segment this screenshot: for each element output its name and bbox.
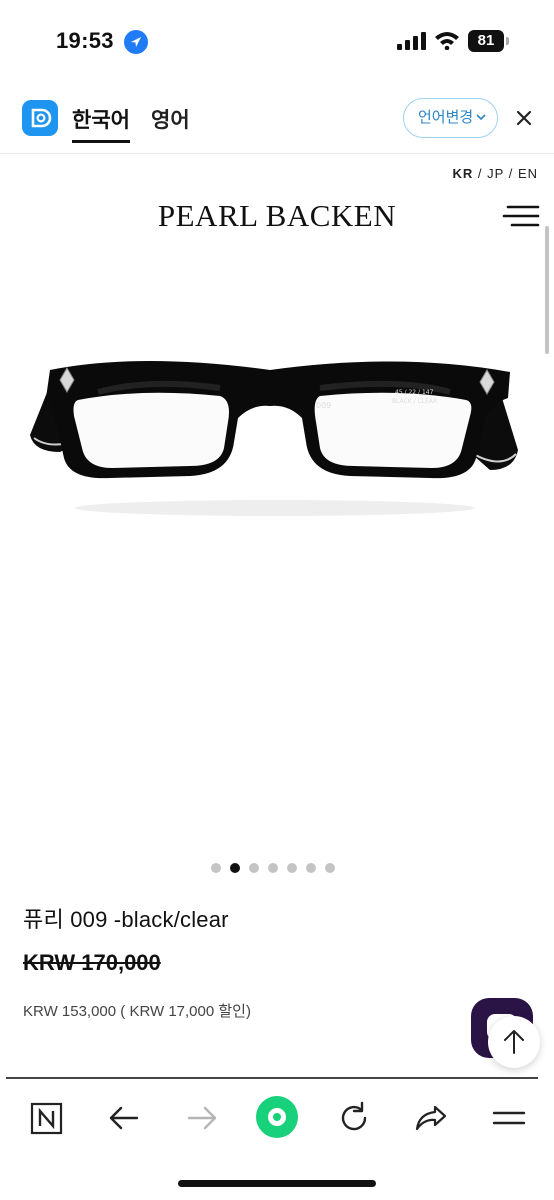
carousel-dot[interactable] <box>211 863 221 873</box>
language-change-label: 언어변경 <box>418 109 474 126</box>
back-arrow-icon[interactable] <box>104 1098 144 1138</box>
carousel-dot[interactable] <box>230 863 240 873</box>
original-price: KRW 170,000 <box>23 950 161 975</box>
n-icon[interactable] <box>27 1098 67 1138</box>
arrow-up-icon <box>504 1030 524 1054</box>
scrollbar[interactable] <box>545 226 549 354</box>
brand-logo[interactable]: PEARL BACKEN <box>0 198 554 234</box>
page-bottom-divider <box>6 1077 538 1079</box>
status-bar: 19:53 81 <box>0 0 554 84</box>
site-language-switch: KR / JP / EN <box>452 166 538 181</box>
translator-bar: 한국어 영어 언어변경 <box>0 90 554 154</box>
active-tab-underline <box>72 140 130 143</box>
tab-korean[interactable]: 한국어 <box>72 104 130 134</box>
home-indicator <box>178 1180 376 1187</box>
frame-size-print: 45 / 22 / 147 <box>395 389 434 396</box>
location-arrow-icon <box>124 30 148 54</box>
carousel-dot[interactable] <box>268 863 278 873</box>
battery-level: 81 <box>468 30 504 52</box>
lang-en[interactable]: EN <box>518 166 538 181</box>
hamburger-menu-icon[interactable] <box>502 205 540 227</box>
product-name: 퓨리 009 -black/clear <box>23 907 229 932</box>
frame-model-print: 009 <box>316 401 331 410</box>
cellular-signal-icon <box>397 32 426 50</box>
battery-indicator: 81 <box>468 30 510 52</box>
image-carousel-dots <box>211 863 335 873</box>
share-icon[interactable] <box>411 1098 451 1138</box>
language-change-button[interactable]: 언어변경 <box>403 98 498 138</box>
home-icon[interactable] <box>256 1096 298 1138</box>
carousel-dot[interactable] <box>287 863 297 873</box>
close-icon[interactable] <box>514 108 534 128</box>
tab-english[interactable]: 영어 <box>151 104 190 134</box>
scroll-to-top-button[interactable] <box>488 1016 540 1068</box>
reload-icon[interactable] <box>334 1098 374 1138</box>
carousel-dot[interactable] <box>249 863 259 873</box>
chevron-down-icon <box>476 114 486 121</box>
carousel-dot[interactable] <box>306 863 316 873</box>
lang-jp[interactable]: JP <box>487 166 504 181</box>
translator-app-icon[interactable] <box>22 100 58 136</box>
carousel-dot[interactable] <box>325 863 335 873</box>
lang-kr[interactable]: KR <box>452 166 473 181</box>
sale-price: KRW 153,000 ( KRW 17,000 할인) <box>23 1003 251 1020</box>
forward-arrow-icon[interactable] <box>182 1098 222 1138</box>
menu-icon[interactable] <box>489 1098 529 1138</box>
status-time: 19:53 <box>56 28 114 53</box>
frame-color-print: BLACK / CLEAR <box>392 398 437 405</box>
product-image-glasses[interactable]: 009 45 / 22 / 147 BLACK / CLEAR <box>20 330 530 530</box>
wifi-icon <box>435 32 459 50</box>
